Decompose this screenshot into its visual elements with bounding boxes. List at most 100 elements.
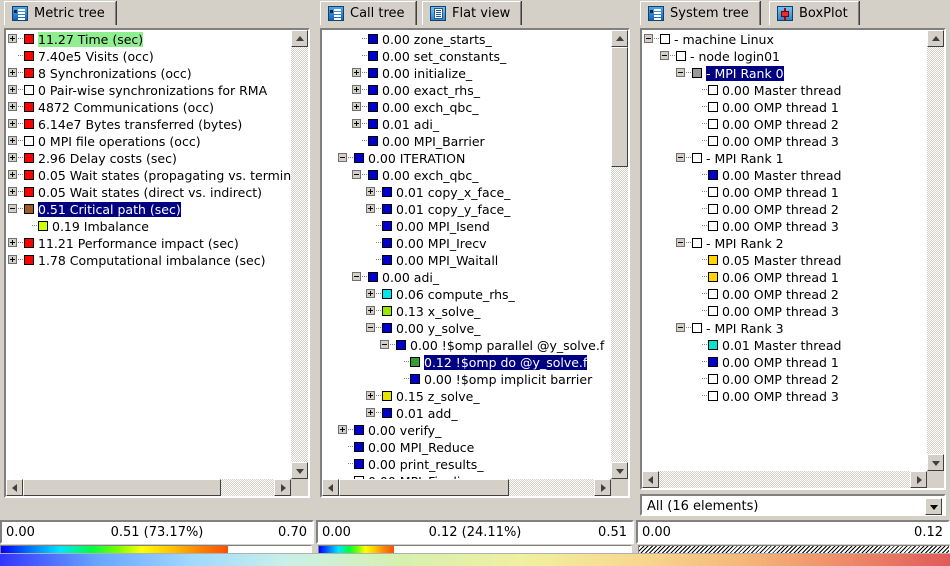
scroll-left-button[interactable] bbox=[6, 479, 23, 496]
scroll-up-button[interactable] bbox=[611, 30, 628, 47]
tab-system-tree[interactable]: System tree bbox=[640, 1, 760, 25]
tab-boxplot[interactable]: BoxPlot bbox=[769, 1, 859, 25]
scroll-left-button[interactable] bbox=[642, 471, 659, 488]
tree-row[interactable]: 0.00 OMP thread 2 bbox=[642, 370, 841, 387]
tree-row[interactable]: 1.78 Computational imbalance (sec) bbox=[6, 251, 291, 268]
system-vertical-scrollbar[interactable] bbox=[927, 30, 944, 471]
collapse-icon[interactable] bbox=[352, 272, 361, 281]
tree-row[interactable]: 0.00 OMP thread 3 bbox=[642, 387, 841, 404]
expand-icon[interactable] bbox=[8, 255, 17, 264]
tree-row[interactable]: 0.00 exch_qbc_ bbox=[322, 98, 604, 115]
collapse-icon[interactable] bbox=[644, 34, 653, 43]
tree-row[interactable]: 0.00 OMP thread 3 bbox=[642, 302, 841, 319]
scroll-left-button[interactable] bbox=[322, 479, 339, 496]
system-element-selector[interactable]: All (16 elements) bbox=[640, 494, 946, 516]
scroll-down-button[interactable] bbox=[291, 462, 308, 479]
expand-icon[interactable] bbox=[8, 68, 17, 77]
expand-icon[interactable] bbox=[366, 408, 375, 417]
expand-icon[interactable] bbox=[8, 187, 17, 196]
call-tree-view[interactable]: 0.00 zone_starts_ 0.00 set_constants_ 0.00… bbox=[320, 28, 630, 498]
tree-row[interactable]: 0.00 OMP thread 2 bbox=[642, 115, 841, 132]
tree-row[interactable]: 0.01 copy_x_face_ bbox=[322, 183, 604, 200]
tree-row[interactable]: 0.00 OMP thread 2 bbox=[642, 285, 841, 302]
scroll-down-button[interactable] bbox=[927, 454, 944, 471]
collapse-icon[interactable] bbox=[676, 323, 685, 332]
collapse-icon[interactable] bbox=[660, 51, 669, 60]
expand-icon[interactable] bbox=[338, 425, 347, 434]
tree-row[interactable]: 0.00 MPI_Waitall bbox=[322, 251, 604, 268]
scroll-right-button[interactable] bbox=[594, 479, 611, 496]
tree-row[interactable]: 0.00 OMP thread 1 bbox=[642, 353, 841, 370]
tree-row[interactable]: 0.05 Wait states (propagating vs. termin… bbox=[6, 166, 291, 183]
expand-icon[interactable] bbox=[366, 289, 375, 298]
tree-row[interactable]: 8 Synchronizations (occ) bbox=[6, 64, 291, 81]
tree-row[interactable]: 0.01 Master thread bbox=[642, 336, 841, 353]
collapse-icon[interactable] bbox=[352, 170, 361, 179]
tree-row[interactable]: 0.00 OMP thread 3 bbox=[642, 132, 841, 149]
tree-row[interactable]: 0.00 exch_qbc_ bbox=[322, 166, 604, 183]
tree-row[interactable]: 0.13 x_solve_ bbox=[322, 302, 604, 319]
tree-row[interactable]: 0.00 !$omp implicit barrier bbox=[322, 370, 604, 387]
scroll-thumb[interactable] bbox=[611, 47, 628, 167]
tree-row[interactable]: 0.19 Imbalance bbox=[6, 217, 291, 234]
scroll-up-button[interactable] bbox=[927, 30, 944, 47]
tree-row[interactable]: - MPI Rank 1 bbox=[642, 149, 841, 166]
scroll-right-button[interactable] bbox=[274, 479, 291, 496]
scroll-right-button[interactable] bbox=[910, 471, 927, 488]
tree-row[interactable]: 0.06 compute_rhs_ bbox=[322, 285, 604, 302]
collapse-icon[interactable] bbox=[676, 153, 685, 162]
scroll-thumb[interactable] bbox=[339, 479, 509, 496]
collapse-icon[interactable] bbox=[676, 68, 685, 77]
metric-vertical-scrollbar[interactable] bbox=[291, 30, 308, 479]
tree-row[interactable]: 0.01 adi_ bbox=[322, 115, 604, 132]
expand-icon[interactable] bbox=[8, 119, 17, 128]
tab-metric-tree[interactable]: Metric tree bbox=[4, 1, 116, 25]
expand-icon[interactable] bbox=[8, 153, 17, 162]
expand-icon[interactable] bbox=[366, 391, 375, 400]
scroll-down-button[interactable] bbox=[611, 462, 628, 479]
tree-row[interactable]: 0.00 initialize_ bbox=[322, 64, 604, 81]
scroll-up-button[interactable] bbox=[291, 30, 308, 47]
tree-row[interactable]: 0.00 print_results_ bbox=[322, 455, 604, 472]
collapse-icon[interactable] bbox=[676, 238, 685, 247]
tree-row[interactable]: 0.01 add_ bbox=[322, 404, 604, 421]
metric-tree-view[interactable]: 11.27 Time (sec) 7.40e5 Visits (occ) 8 Syn… bbox=[4, 28, 310, 498]
system-tree-view[interactable]: - machine Linux - node login01 - MPI Rank … bbox=[640, 28, 946, 490]
tree-row[interactable]: 0.00 OMP thread 1 bbox=[642, 183, 841, 200]
scroll-thumb[interactable] bbox=[23, 479, 221, 496]
collapse-icon[interactable] bbox=[380, 340, 389, 349]
tab-flat-view[interactable]: Flat view bbox=[422, 1, 522, 25]
chevron-down-icon[interactable] bbox=[925, 498, 942, 515]
call-vertical-scrollbar[interactable] bbox=[611, 30, 628, 479]
tree-row[interactable]: 7.40e5 Visits (occ) bbox=[6, 47, 291, 64]
tree-row[interactable]: 0.00 MPI_Isend bbox=[322, 217, 604, 234]
tree-row[interactable]: 0.00 MPI_Barrier bbox=[322, 132, 604, 149]
tree-row[interactable]: 0.00 MPI_Reduce bbox=[322, 438, 604, 455]
tree-row[interactable]: 0.00 !$omp parallel @y_solve.f bbox=[322, 336, 604, 353]
tree-row[interactable]: 0.00 y_solve_ bbox=[322, 319, 604, 336]
expand-icon[interactable] bbox=[8, 136, 17, 145]
tree-row[interactable]: 0.01 copy_y_face_ bbox=[322, 200, 604, 217]
tree-row[interactable]: 11.27 Time (sec) bbox=[6, 30, 291, 47]
expand-icon[interactable] bbox=[366, 306, 375, 315]
expand-icon[interactable] bbox=[352, 102, 361, 111]
tree-row[interactable]: 0.00 verify_ bbox=[322, 421, 604, 438]
tree-row[interactable]: 0.00 OMP thread 2 bbox=[642, 200, 841, 217]
expand-icon[interactable] bbox=[8, 34, 17, 43]
tree-row[interactable]: - MPI Rank 0 bbox=[642, 64, 841, 81]
system-horizontal-scrollbar[interactable] bbox=[642, 471, 927, 488]
tree-row[interactable]: 0.15 z_solve_ bbox=[322, 387, 604, 404]
tree-row[interactable]: 0 Pair-wise synchronizations for RMA bbox=[6, 81, 291, 98]
call-horizontal-scrollbar[interactable] bbox=[322, 479, 611, 496]
tree-row[interactable]: 2.96 Delay costs (sec) bbox=[6, 149, 291, 166]
tree-row[interactable]: 0 MPI file operations (occ) bbox=[6, 132, 291, 149]
tree-row[interactable]: - node login01 bbox=[642, 47, 841, 64]
tree-row[interactable]: 0.00 adi_ bbox=[322, 268, 604, 285]
tree-row[interactable]: 0.51 Critical path (sec) bbox=[6, 200, 291, 217]
collapse-icon[interactable] bbox=[338, 153, 347, 162]
tree-row[interactable]: 4872 Communications (occ) bbox=[6, 98, 291, 115]
collapse-icon[interactable] bbox=[366, 323, 375, 332]
tree-row[interactable]: 0.00 OMP thread 1 bbox=[642, 98, 841, 115]
tree-row[interactable]: 0.00 ITERATION bbox=[322, 149, 604, 166]
expand-icon[interactable] bbox=[352, 68, 361, 77]
